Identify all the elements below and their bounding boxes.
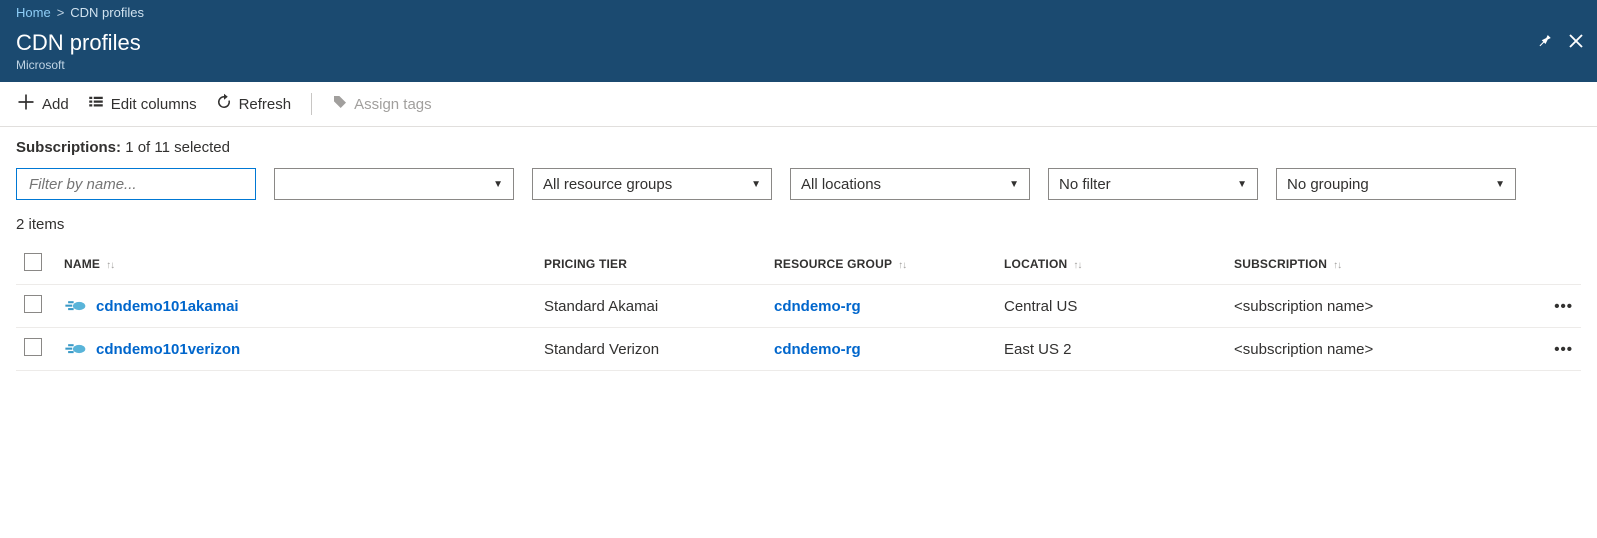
sort-icon: ↑↓ bbox=[1073, 260, 1081, 271]
filter-subscription-dropdown[interactable]: ▼ bbox=[274, 168, 514, 200]
item-count: 2 items bbox=[16, 216, 1581, 233]
chevron-down-icon: ▼ bbox=[493, 179, 503, 190]
filter-resource-group-dropdown[interactable]: All resource groups ▼ bbox=[532, 168, 772, 200]
chevron-down-icon: ▼ bbox=[1009, 179, 1019, 190]
toolbar-divider bbox=[311, 93, 312, 115]
breadcrumb: Home > CDN profiles bbox=[0, 0, 1597, 22]
filter-location-value: All locations bbox=[801, 176, 881, 193]
chevron-down-icon: ▼ bbox=[1237, 179, 1247, 190]
filter-name-box[interactable] bbox=[16, 168, 256, 200]
subscriptions-summary[interactable]: Subscriptions: 1 of 11 selected bbox=[16, 139, 1581, 156]
page-title: CDN profiles bbox=[16, 30, 141, 56]
filter-location-dropdown[interactable]: All locations ▼ bbox=[790, 168, 1030, 200]
table-row: cdndemo101verizon Standard Verizon cdndemo… bbox=[16, 328, 1581, 371]
chevron-down-icon: ▼ bbox=[751, 179, 761, 190]
assign-tags-button: Assign tags bbox=[332, 94, 432, 114]
col-header-resource-group[interactable]: Resource group↑↓ bbox=[766, 243, 996, 285]
add-button[interactable]: Add bbox=[16, 92, 69, 116]
content-area: Subscriptions: 1 of 11 selected ▼ All re… bbox=[0, 127, 1597, 391]
col-header-location[interactable]: Location↑↓ bbox=[996, 243, 1226, 285]
filter-name-input[interactable] bbox=[27, 175, 245, 194]
close-icon[interactable] bbox=[1567, 32, 1585, 53]
cell-pricing-tier: Standard Verizon bbox=[536, 328, 766, 371]
breadcrumb-current: CDN profiles bbox=[70, 5, 144, 20]
sort-icon: ↑↓ bbox=[106, 260, 114, 271]
cell-location: Central US bbox=[996, 285, 1226, 328]
breadcrumb-home[interactable]: Home bbox=[16, 5, 51, 20]
refresh-button[interactable]: Refresh bbox=[215, 93, 292, 115]
subscriptions-label: Subscriptions: bbox=[16, 139, 121, 156]
cell-subscription: <subscription name> bbox=[1226, 285, 1531, 328]
edit-columns-label: Edit columns bbox=[111, 96, 197, 113]
resource-group-link[interactable]: cdndemo-rg bbox=[774, 341, 861, 358]
filter-grouping-dropdown[interactable]: No grouping ▼ bbox=[1276, 168, 1516, 200]
col-header-subscription[interactable]: Subscription↑↓ bbox=[1226, 243, 1531, 285]
col-header-name[interactable]: Name↑↓ bbox=[56, 243, 536, 285]
cell-pricing-tier: Standard Akamai bbox=[536, 285, 766, 328]
blade-header: CDN profiles Microsoft bbox=[0, 22, 1597, 82]
filter-tag-dropdown[interactable]: No filter ▼ bbox=[1048, 168, 1258, 200]
select-all-checkbox[interactable] bbox=[24, 253, 42, 271]
filter-resource-group-value: All resource groups bbox=[543, 176, 672, 193]
refresh-label: Refresh bbox=[239, 96, 292, 113]
sort-icon: ↑↓ bbox=[898, 260, 906, 271]
assign-tags-label: Assign tags bbox=[354, 96, 432, 113]
chevron-down-icon: ▼ bbox=[1495, 179, 1505, 190]
col-header-pricing-tier[interactable]: Pricing tier bbox=[536, 243, 766, 285]
pin-icon[interactable] bbox=[1535, 32, 1553, 53]
resource-name-link[interactable]: cdndemo101akamai bbox=[96, 298, 239, 315]
cell-subscription: <subscription name> bbox=[1226, 328, 1531, 371]
row-checkbox[interactable] bbox=[24, 338, 42, 356]
breadcrumb-separator: > bbox=[57, 5, 65, 20]
filter-grouping-value: No grouping bbox=[1287, 176, 1369, 193]
plus-icon bbox=[16, 92, 36, 116]
filter-tag-value: No filter bbox=[1059, 176, 1111, 193]
add-label: Add bbox=[42, 96, 69, 113]
columns-icon bbox=[87, 93, 105, 115]
results-table: Name↑↓ Pricing tier Resource group↑↓ Loc… bbox=[16, 243, 1581, 371]
page-subtitle: Microsoft bbox=[16, 58, 141, 72]
resource-name-link[interactable]: cdndemo101verizon bbox=[96, 341, 240, 358]
edit-columns-button[interactable]: Edit columns bbox=[87, 93, 197, 115]
filter-row: ▼ All resource groups ▼ All locations ▼ … bbox=[16, 168, 1581, 200]
subscriptions-value: 1 of 11 selected bbox=[125, 139, 230, 156]
tag-icon bbox=[332, 94, 348, 114]
row-more-button[interactable]: ••• bbox=[1531, 285, 1581, 328]
resource-group-link[interactable]: cdndemo-rg bbox=[774, 298, 861, 315]
table-row: cdndemo101akamai Standard Akamai cdndemo-r… bbox=[16, 285, 1581, 328]
row-more-button[interactable]: ••• bbox=[1531, 328, 1581, 371]
sort-icon: ↑↓ bbox=[1333, 260, 1341, 271]
row-checkbox[interactable] bbox=[24, 295, 42, 313]
cdn-resource-icon bbox=[64, 342, 86, 356]
command-bar: Add Edit columns Refresh Assign tags bbox=[0, 82, 1597, 127]
cell-location: East US 2 bbox=[996, 328, 1226, 371]
refresh-icon bbox=[215, 93, 233, 115]
cdn-resource-icon bbox=[64, 299, 86, 313]
